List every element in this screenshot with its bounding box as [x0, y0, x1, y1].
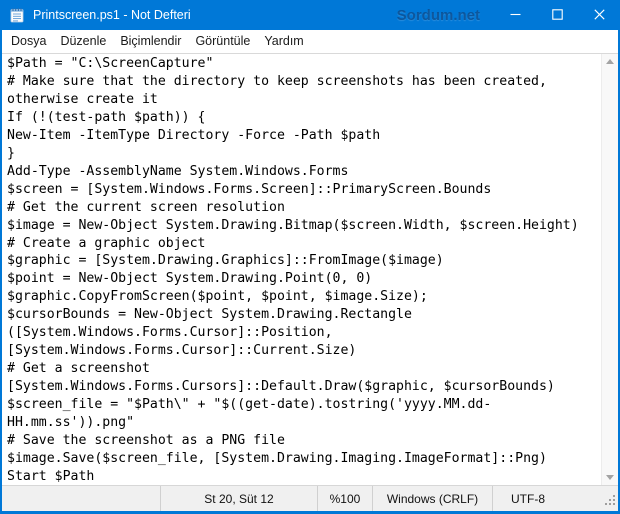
scroll-up-icon[interactable] — [606, 59, 614, 64]
maximize-button[interactable] — [536, 0, 578, 30]
close-icon — [593, 8, 605, 23]
resize-grip[interactable] — [604, 494, 616, 509]
maximize-icon — [551, 8, 563, 23]
minimize-button[interactable] — [494, 0, 536, 30]
menu-goruntule[interactable]: Görüntüle — [188, 30, 257, 53]
window-title: Printscreen.ps1 - Not Defteri — [33, 8, 191, 22]
watermark-text: Sordum.net — [396, 6, 480, 24]
minimize-icon — [510, 8, 521, 23]
editor-text: $Path = "C:\ScreenCapture" # Make sure t… — [7, 56, 579, 484]
menu-bicimlendir[interactable]: Biçimlendir — [113, 30, 188, 53]
notepad-window: Printscreen.ps1 - Not Defteri Sordum.net… — [0, 0, 620, 514]
menu-yardim[interactable]: Yardım — [257, 30, 310, 53]
close-button[interactable] — [578, 0, 618, 30]
content-area: $Path = "C:\ScreenCapture" # Make sure t… — [2, 54, 618, 485]
status-line-ending: Windows (CRLF) — [372, 486, 492, 511]
titlebar: Printscreen.ps1 - Not Defteri Sordum.net — [2, 0, 618, 30]
menu-dosya[interactable]: Dosya — [4, 30, 53, 53]
vertical-scrollbar[interactable] — [601, 54, 618, 485]
menu-duzenle[interactable]: Düzenle — [53, 30, 113, 53]
status-spacer — [2, 486, 160, 511]
status-zoom-level: %100 — [317, 486, 372, 511]
menubar: Dosya Düzenle Biçimlendir Görüntüle Yard… — [2, 30, 618, 54]
scroll-down-icon[interactable] — [606, 475, 614, 480]
notepad-icon — [9, 7, 25, 23]
text-editor[interactable]: $Path = "C:\ScreenCapture" # Make sure t… — [2, 54, 601, 485]
status-encoding: UTF-8 — [492, 486, 618, 511]
status-cursor-position: St 20, Süt 12 — [160, 486, 317, 511]
statusbar: St 20, Süt 12 %100 Windows (CRLF) UTF-8 — [2, 485, 618, 511]
